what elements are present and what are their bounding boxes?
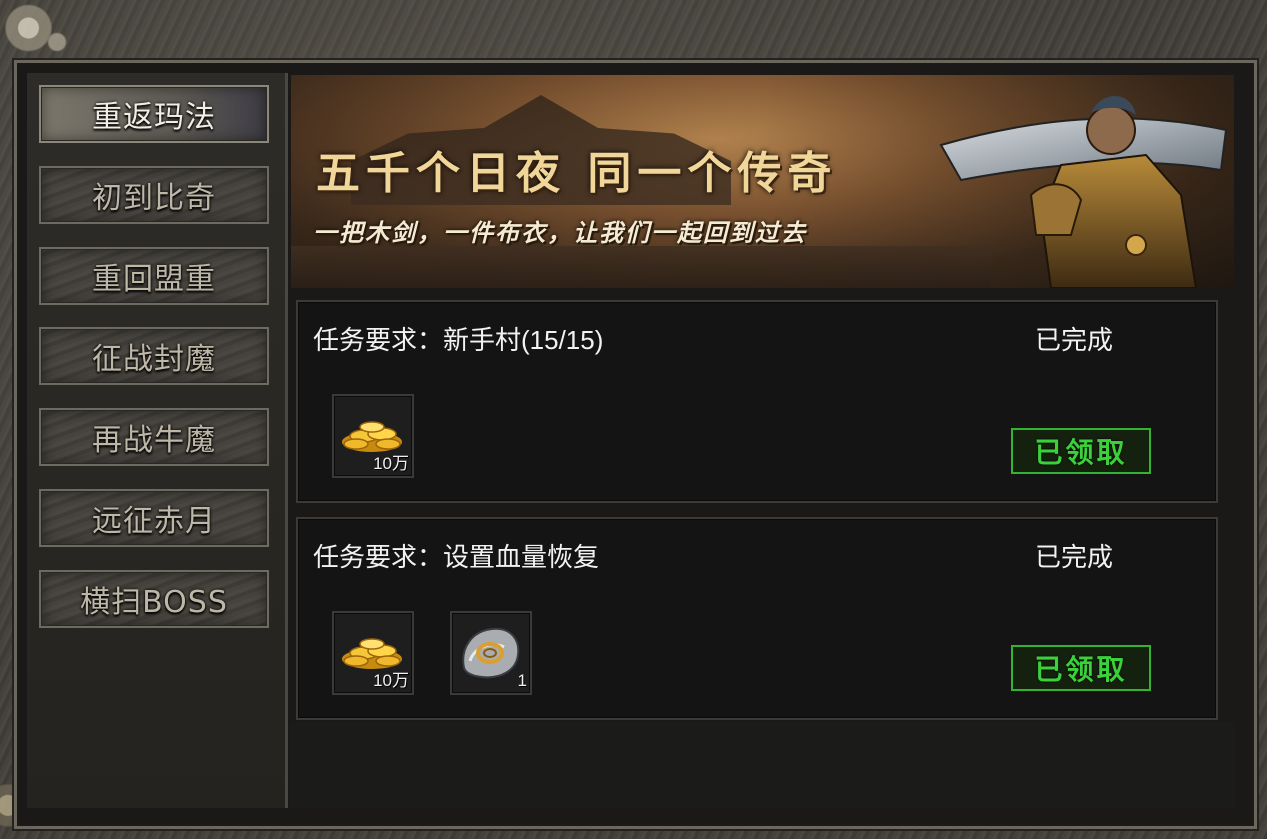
tab-chonghui-mengzhong[interactable]: 重回盟重: [39, 247, 269, 305]
quest-card: 任务要求：设置血量恢复 已完成 10万 1 已领取: [296, 517, 1218, 720]
quest-status: 已完成: [1035, 542, 1114, 572]
reward-slot[interactable]: 10万: [332, 611, 414, 695]
warrior-character-icon: [939, 95, 1228, 288]
claimed-button[interactable]: 已领取: [1011, 645, 1151, 691]
reward-slot[interactable]: 10万: [332, 394, 414, 478]
banner-title: 五千个日夜 同一个传奇: [316, 148, 838, 199]
sidebar: 重返玛法 初到比奇 重回盟重 征战封魔 再战牛魔 远征赤月 横扫BOSS: [27, 73, 288, 808]
event-banner: 五千个日夜 同一个传奇 一把木剑，一件布衣，让我们一起回到过去: [291, 75, 1234, 288]
tab-yuanzheng-chiyue[interactable]: 远征赤月: [39, 489, 269, 547]
quest-requirement: 任务要求：新手村(15/15): [313, 325, 604, 355]
tab-hengsao-boss[interactable]: 横扫BOSS: [39, 570, 269, 628]
tab-zhengzhan-fengmo[interactable]: 征战封魔: [39, 327, 269, 385]
reward-count: 1: [517, 671, 527, 690]
banner-subtitle: 一把木剑，一件布衣，让我们一起回到过去: [313, 218, 807, 247]
quest-status: 已完成: [1035, 325, 1114, 355]
tab-chongfan-mafa[interactable]: 重返玛法: [39, 85, 269, 143]
empty-list-area: [290, 722, 1235, 808]
tab-zaizhan-niumo[interactable]: 再战牛魔: [39, 408, 269, 466]
quest-requirement: 任务要求：设置血量恢复: [313, 542, 600, 572]
tab-chudao-biqi[interactable]: 初到比奇: [39, 166, 269, 224]
reward-slot[interactable]: 1: [450, 611, 532, 695]
reward-count: 10万: [373, 454, 409, 473]
claimed-button[interactable]: 已领取: [1011, 428, 1151, 474]
quest-card: 任务要求：新手村(15/15) 已完成 10万 已领取: [296, 300, 1218, 503]
reward-count: 10万: [373, 671, 409, 690]
